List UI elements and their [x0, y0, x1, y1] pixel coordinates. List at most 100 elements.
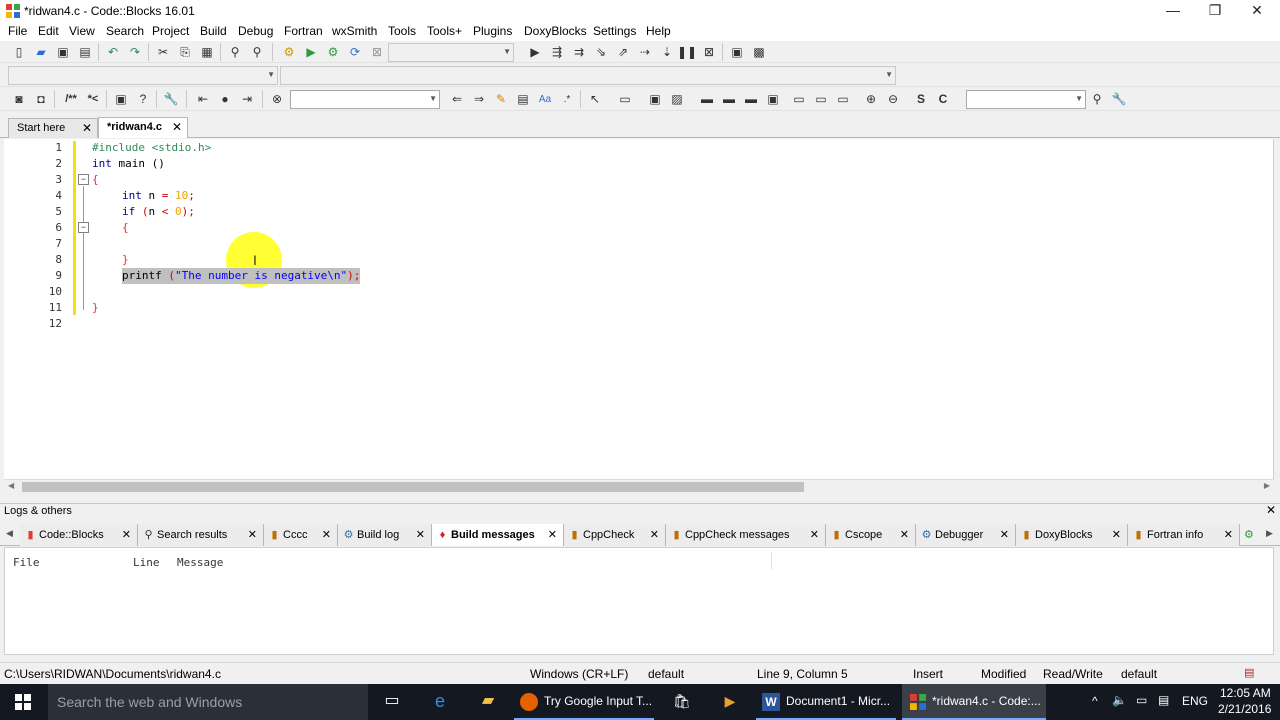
log-tab-doxyblocks[interactable]: ▮ DoxyBlocks ✕ — [1016, 524, 1128, 546]
find-symbol-icon[interactable]: ⚲ — [1088, 90, 1106, 108]
widget-8-icon[interactable]: ▭ — [790, 90, 808, 108]
menu-file[interactable]: File — [8, 24, 27, 38]
replace-icon[interactable]: ⚲ — [248, 43, 266, 61]
log-tab-build-log[interactable]: ⚙ Build log ✕ — [338, 524, 432, 546]
build-gear-icon[interactable]: ⚙ — [280, 43, 298, 61]
highlight-icon[interactable]: ✎ — [492, 90, 510, 108]
next-bookmark-icon[interactable]: ⇥ — [238, 90, 256, 108]
partial-tab-icon[interactable]: ⚙ — [1244, 528, 1254, 541]
symbol-search-input[interactable]: ▼ — [966, 90, 1086, 109]
close-tab-icon[interactable]: ✕ — [548, 524, 557, 546]
fold-collapse-icon[interactable]: − — [78, 222, 89, 233]
close-tab-icon[interactable]: ✕ — [416, 524, 425, 546]
menu-plugins[interactable]: Plugins — [473, 24, 512, 38]
menu-search[interactable]: Search — [106, 24, 144, 38]
clear-search-icon[interactable]: ⊗ — [268, 90, 286, 108]
undo-icon[interactable]: ↶ — [104, 43, 122, 61]
scroll-left-icon[interactable]: ◀ — [8, 481, 14, 490]
tabs-scroll-left-icon[interactable]: ◀ — [6, 528, 13, 539]
menu-tools[interactable]: Tools — [388, 24, 416, 38]
widget-1-icon[interactable]: ▭ — [616, 90, 634, 108]
doxy-config-icon[interactable]: ▣ — [112, 90, 130, 108]
next-instruction-icon[interactable]: ⇢ — [636, 43, 654, 61]
notification-icon[interactable]: ▤ — [1158, 693, 1169, 707]
save-icon[interactable]: ▣ — [54, 43, 72, 61]
redo-icon[interactable]: ↷ — [126, 43, 144, 61]
log-tab-codeblocks[interactable]: ▮ Code::Blocks ✕ — [20, 524, 138, 546]
taskbar-search-box[interactable]: Search the web and Windows — [48, 684, 368, 720]
editor-horizontal-scrollbar[interactable]: ◀ ▶ — [4, 479, 1274, 493]
pointer-icon[interactable]: ↖ — [586, 90, 604, 108]
close-tab-icon[interactable]: ✕ — [322, 524, 331, 546]
widget-7-icon[interactable]: ▣ — [764, 90, 782, 108]
log-tab-cscope[interactable]: ▮ Cscope ✕ — [826, 524, 916, 546]
next-line-icon[interactable]: ⇉ — [570, 43, 588, 61]
zoom-in-icon[interactable]: ⊕ — [862, 90, 880, 108]
symbol-c-icon[interactable]: C — [934, 90, 952, 108]
menu-tools-plus[interactable]: Tools+ — [427, 24, 462, 38]
regex-icon[interactable]: .* — [558, 90, 576, 108]
paste-icon[interactable]: ▦ — [198, 43, 216, 61]
clock-time[interactable]: 12:05 AM — [1220, 686, 1271, 700]
log-tab-debugger[interactable]: ⚙ Debugger ✕ — [916, 524, 1016, 546]
stop-debug-icon[interactable]: ⊠ — [700, 43, 718, 61]
log-tab-build-messages[interactable]: ♦ Build messages ✕ — [432, 524, 564, 546]
log-tab-cppcheck[interactable]: ▮ CppCheck ✕ — [564, 524, 666, 546]
scrollbar-thumb[interactable] — [22, 482, 804, 492]
close-tab-icon[interactable]: ✕ — [1000, 524, 1009, 546]
start-button[interactable] — [0, 684, 48, 720]
close-tab-icon[interactable]: ✕ — [82, 119, 92, 137]
menu-help[interactable]: Help — [646, 24, 671, 38]
rebuild-icon[interactable]: ⟳ — [346, 43, 364, 61]
save-all-icon[interactable]: ▤ — [76, 43, 94, 61]
volume-icon[interactable]: 🔈 — [1112, 693, 1127, 707]
widget-4-icon[interactable]: ▬ — [698, 90, 716, 108]
build-run-icon[interactable]: ⚙ — [324, 43, 342, 61]
uncomment-icon[interactable]: *< — [84, 90, 102, 108]
widget-10-icon[interactable]: ▭ — [834, 90, 852, 108]
menu-view[interactable]: View — [69, 24, 95, 38]
debug-info-icon[interactable]: ▩ — [750, 43, 768, 61]
minimize-button[interactable]: — — [1150, 0, 1196, 22]
edge-icon[interactable]: e — [418, 684, 462, 720]
close-tab-icon[interactable]: ✕ — [1112, 524, 1121, 546]
debug-run-icon[interactable]: ▶ — [526, 43, 544, 61]
toggle-bookmark-icon[interactable]: ● — [216, 90, 234, 108]
fold-collapse-icon[interactable]: − — [78, 174, 89, 185]
widget-5-icon[interactable]: ▬ — [720, 90, 738, 108]
step-instruction-icon[interactable]: ⇣ — [658, 43, 676, 61]
step-into-icon[interactable]: ⇘ — [592, 43, 610, 61]
media-icon[interactable]: ▶ — [708, 684, 752, 720]
close-tab-icon[interactable]: ✕ — [248, 524, 257, 546]
menu-project[interactable]: Project — [152, 24, 189, 38]
log-tab-cppcheck-messages[interactable]: ▮ CppCheck messages ✕ — [666, 524, 826, 546]
close-tab-icon[interactable]: ✕ — [900, 524, 909, 546]
menu-settings[interactable]: Settings — [593, 24, 636, 38]
new-file-icon[interactable]: ▯ — [10, 43, 28, 61]
language-indicator[interactable]: ENG — [1182, 694, 1208, 708]
close-tab-icon[interactable]: ✕ — [650, 524, 659, 546]
taskbar-firefox[interactable]: Try Google Input T... — [514, 684, 654, 720]
menu-doxyblocks[interactable]: DoxyBlocks — [524, 24, 587, 38]
jump-forward-icon[interactable]: ◘ — [32, 90, 50, 108]
show-hidden-icons-icon[interactable]: ^ — [1092, 694, 1098, 708]
log-tab-fortran-info[interactable]: ▮ Fortran info ✕ — [1128, 524, 1240, 546]
close-tab-icon[interactable]: ✕ — [810, 524, 819, 546]
menu-fortran[interactable]: Fortran — [284, 24, 323, 38]
cut-icon[interactable]: ✂ — [154, 43, 172, 61]
widget-3-icon[interactable]: ▨ — [668, 90, 686, 108]
close-button[interactable]: ✕ — [1234, 0, 1280, 22]
column-header-line[interactable]: Line — [133, 556, 160, 569]
tools-icon[interactable]: 🔧 — [1110, 90, 1128, 108]
taskbar-codeblocks[interactable]: *ridwan4.c - Code:... — [902, 684, 1046, 720]
symbol-s-icon[interactable]: S — [912, 90, 930, 108]
zoom-out-icon[interactable]: ⊖ — [884, 90, 902, 108]
run-to-cursor-icon[interactable]: ⇶ — [548, 43, 566, 61]
tab-ridwan4[interactable]: *ridwan4.c ✕ — [98, 117, 188, 138]
network-icon[interactable]: ▭ — [1136, 693, 1147, 707]
search-prev-icon[interactable]: ⇐ — [448, 90, 466, 108]
doxy-help-icon[interactable]: ? — [134, 90, 152, 108]
widget-6-icon[interactable]: ▬ — [742, 90, 760, 108]
menu-edit[interactable]: Edit — [38, 24, 59, 38]
step-out-icon[interactable]: ⇗ — [614, 43, 632, 61]
